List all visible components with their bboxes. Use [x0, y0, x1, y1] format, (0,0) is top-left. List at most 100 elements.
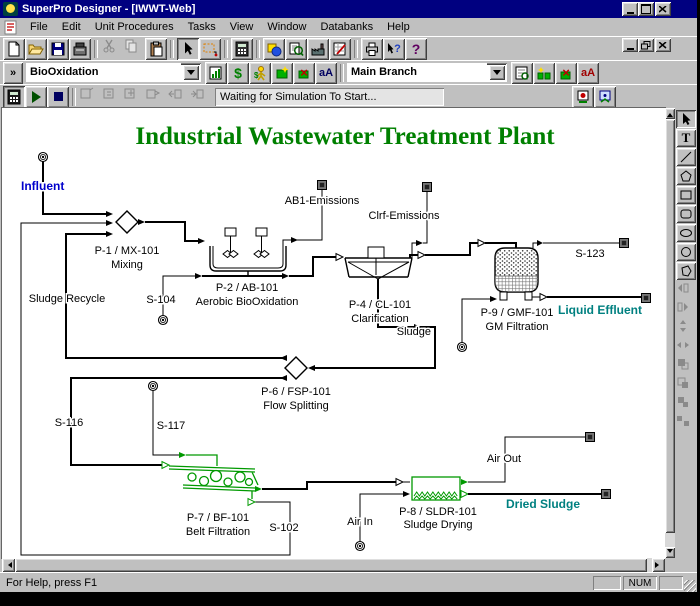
tool-polygon[interactable]: [676, 167, 696, 185]
menu-bar: File Edit Unit Procedures Tasks View Win…: [0, 18, 697, 37]
scroll-up-button[interactable]: [665, 108, 675, 119]
unit-belt-filter[interactable]: P-7 / BF-101 Belt Filtration: [169, 455, 258, 538]
stream-cake[interactable]: [255, 479, 410, 493]
branch-combo[interactable]: Main Branch: [347, 63, 507, 82]
document-icon[interactable]: [3, 20, 20, 35]
help-button[interactable]: ?: [405, 38, 427, 60]
scrollbar-thumb[interactable]: [15, 558, 647, 572]
tool-rectangle[interactable]: [676, 186, 696, 204]
stream-ab1-emissions[interactable]: AB1-Emissions: [283, 181, 360, 248]
unit-label: Aerobic BioOxidation: [196, 296, 299, 308]
unit-gm-filter[interactable]: P-9 / GMF-101 GM Filtration: [481, 248, 554, 333]
play-simulation-button[interactable]: [25, 86, 47, 108]
section-economics-button[interactable]: $: [227, 62, 249, 84]
solve-flowsheet-button[interactable]: [3, 86, 25, 108]
open-button[interactable]: [25, 38, 47, 60]
stream-dried-sludge[interactable]: Dried Sludge: [461, 490, 611, 512]
stream-s102[interactable]: S-102: [21, 220, 299, 555]
solve-button[interactable]: [231, 38, 253, 60]
design-spec-button[interactable]: [329, 38, 351, 60]
unit-sludge-dryer[interactable]: P-8 / SLDR-101 Sludge Drying: [399, 477, 477, 531]
sim-extra-button-1[interactable]: [572, 86, 594, 108]
delete-branch-button[interactable]: ×: [555, 62, 577, 84]
menu-tasks[interactable]: Tasks: [181, 19, 223, 35]
menu-file[interactable]: File: [23, 19, 55, 35]
archive-button[interactable]: [69, 38, 91, 60]
stream-mixer-out[interactable]: [138, 219, 205, 244]
menu-window[interactable]: Window: [260, 19, 313, 35]
scroll-right-button[interactable]: [652, 558, 665, 572]
paste-button[interactable]: [145, 38, 167, 60]
scrollbar-thumb[interactable]: [665, 119, 675, 533]
flowsheet-canvas[interactable]: Industrial Wastewater Treatment Plant In…: [2, 108, 665, 558]
save-button[interactable]: [47, 38, 69, 60]
close-button[interactable]: [655, 2, 671, 16]
tool-line[interactable]: [676, 148, 696, 166]
stream-s123[interactable]: S-123: [533, 239, 629, 261]
select-mode-button[interactable]: [177, 38, 199, 60]
tool-rounded-rectangle[interactable]: [676, 205, 696, 223]
sim-disabled-button-5: [167, 86, 189, 108]
menu-databanks[interactable]: Databanks: [313, 19, 380, 35]
section-font-button[interactable]: aA: [315, 62, 337, 84]
expand-sections-button[interactable]: »: [3, 62, 23, 84]
maximize-button[interactable]: [638, 2, 654, 16]
section-report-button[interactable]: [205, 62, 227, 84]
stream-s117[interactable]: S-117: [149, 382, 187, 459]
add-section-button[interactable]: [271, 62, 293, 84]
factory-button[interactable]: [307, 38, 329, 60]
select-arrow-icon: [679, 112, 693, 126]
canvas-vertical-scrollbar[interactable]: [665, 108, 675, 558]
branch-font-button[interactable]: aA: [577, 62, 599, 84]
unit-label: P-2 / AB-101: [216, 282, 278, 294]
scroll-left-button[interactable]: [2, 558, 15, 572]
menu-view[interactable]: View: [223, 19, 261, 35]
minimize-button[interactable]: [622, 2, 638, 16]
combo-dropdown-button[interactable]: [489, 65, 505, 80]
tool-text[interactable]: T: [676, 129, 696, 147]
stop-simulation-button[interactable]: [47, 86, 69, 108]
print-button[interactable]: [361, 38, 383, 60]
menu-unit-procedures[interactable]: Unit Procedures: [88, 19, 181, 35]
scroll-down-button[interactable]: [665, 547, 675, 558]
menu-edit[interactable]: Edit: [55, 19, 88, 35]
new-document-button[interactable]: [3, 38, 25, 60]
stream-air-out[interactable]: Air Out: [461, 433, 595, 486]
stream-influent[interactable]: Influent: [21, 153, 113, 218]
app-icon[interactable]: [3, 2, 18, 16]
separator: [94, 40, 98, 58]
tool-circle[interactable]: [676, 243, 696, 261]
menu-help[interactable]: Help: [380, 19, 417, 35]
tool-ellipse[interactable]: [676, 224, 696, 242]
copy-button[interactable]: [123, 38, 145, 60]
context-help-button[interactable]: ?: [383, 38, 405, 60]
stream-sludge[interactable]: Sludge: [308, 279, 435, 371]
add-branch-button[interactable]: [533, 62, 555, 84]
unit-mixer[interactable]: P-1 / MX-101 Mixing: [95, 211, 160, 271]
delete-section-button[interactable]: ×: [293, 62, 315, 84]
sim-disabled-button-1: [79, 86, 101, 108]
stream-ab-out[interactable]: [202, 254, 343, 280]
line-icon: [679, 150, 693, 164]
combo-dropdown-button[interactable]: [183, 65, 199, 80]
canvas-horizontal-scrollbar[interactable]: [2, 558, 665, 572]
labor-cost-button[interactable]: $: [249, 62, 271, 84]
report-zoom-button[interactable]: [285, 38, 307, 60]
tool-freeform-polygon[interactable]: [676, 262, 696, 280]
dollar-icon: $: [234, 65, 242, 81]
section-combo-value: BioOxidation: [26, 63, 181, 82]
branch-report-button[interactable]: [511, 62, 533, 84]
connect-mode-button[interactable]: [199, 38, 221, 60]
tool-select[interactable]: [676, 110, 696, 128]
stream-label: Air In: [347, 516, 373, 528]
resize-grip[interactable]: [684, 580, 696, 592]
section-combo[interactable]: BioOxidation: [26, 63, 201, 82]
unit-label: P-4 / CL-101: [349, 299, 411, 311]
shapes-button[interactable]: [263, 38, 285, 60]
stream-air-in[interactable]: Air In: [347, 491, 410, 551]
sim-disabled-button-6: [189, 86, 211, 108]
stream-s104[interactable]: S-104: [146, 273, 202, 325]
sim-extra-button-2[interactable]: [594, 86, 616, 108]
cut-button[interactable]: [101, 38, 123, 60]
unit-flow-splitter[interactable]: P-6 / FSP-101 Flow Splitting: [261, 357, 331, 412]
